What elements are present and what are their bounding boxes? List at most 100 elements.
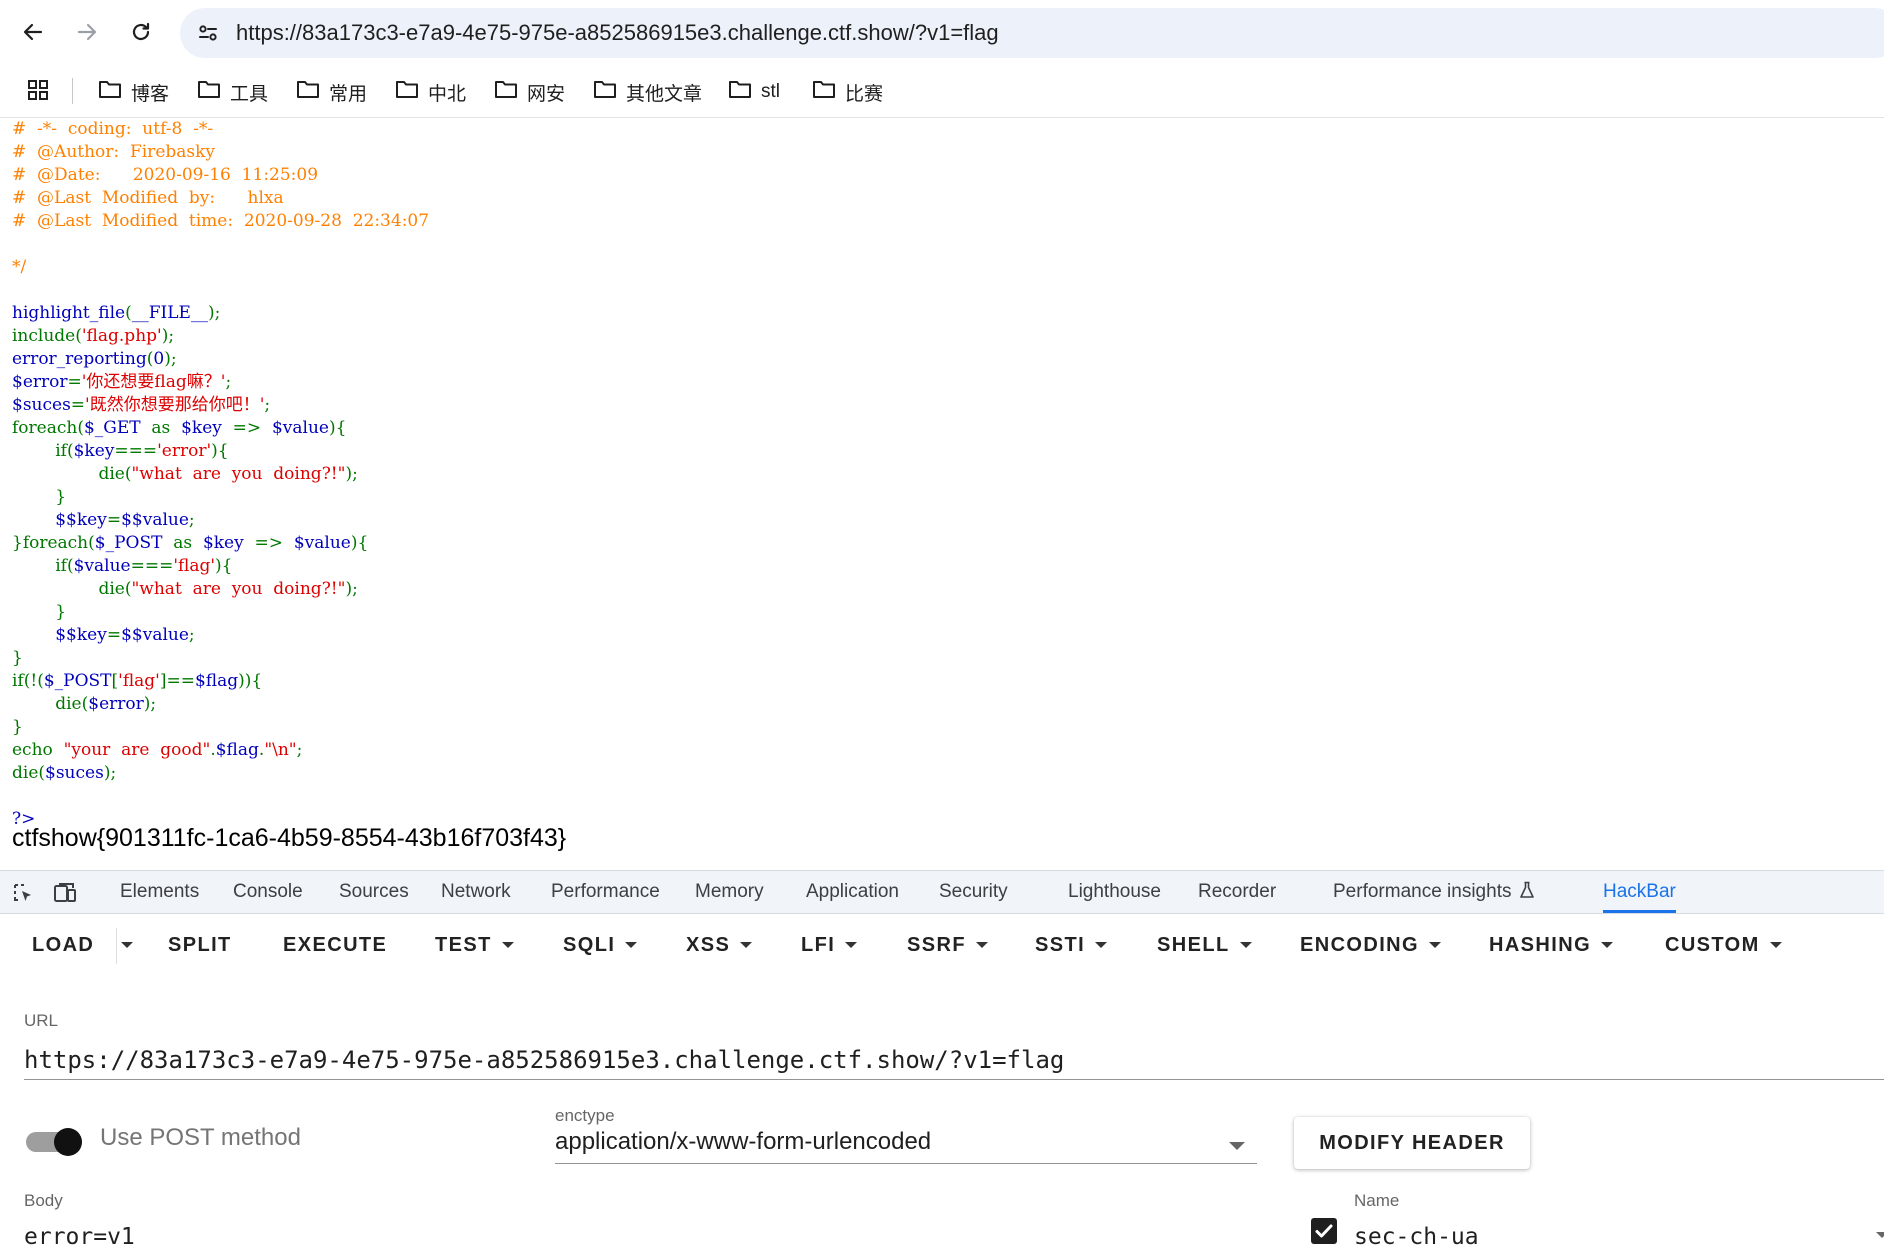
- code-line: # -*- coding: utf-8 -*-: [12, 118, 429, 141]
- tab-sources[interactable]: Sources: [339, 871, 409, 913]
- device-toolbar-icon[interactable]: [53, 882, 77, 904]
- tab-recorder[interactable]: Recorder: [1198, 871, 1276, 913]
- bookmark-item[interactable]: 其他文章: [593, 66, 702, 118]
- code-token: 'error': [157, 441, 212, 461]
- code-token: 'flag.php': [81, 326, 162, 346]
- bookmark-item[interactable]: 比赛: [812, 66, 883, 118]
- bookmark-item[interactable]: 网安: [494, 66, 565, 118]
- enctype-value: application/x-www-form-urlencoded: [555, 1128, 932, 1155]
- folder-icon: [728, 78, 752, 106]
- ssrf-button[interactable]: SSRF: [907, 930, 988, 960]
- code-line: }: [12, 486, 429, 509]
- code-token: ;: [188, 510, 195, 530]
- tab-performance[interactable]: Performance: [551, 871, 660, 913]
- reload-icon[interactable]: [126, 17, 156, 47]
- custom-button[interactable]: CUSTOM: [1665, 930, 1782, 960]
- code-line: if($value==='flag'){: [12, 555, 429, 578]
- ssti-button[interactable]: SSTI: [1035, 930, 1108, 960]
- address-url[interactable]: https://83a173c3-e7a9-4e75-975e-a8525869…: [236, 8, 999, 58]
- code-line: # @Last Modified by: hlxa: [12, 187, 429, 210]
- url-label: URL: [24, 1011, 59, 1030]
- post-method-toggle[interactable]: [26, 1128, 84, 1156]
- code-token: ]==: [159, 671, 195, 691]
- split-button[interactable]: SPLIT: [168, 930, 232, 960]
- bookmark-item[interactable]: 博客: [98, 66, 169, 118]
- menu-label: XSS: [686, 934, 731, 956]
- apps-grid-icon[interactable]: [26, 78, 50, 107]
- caret-down-icon: [975, 942, 988, 948]
- folder-icon: [494, 78, 518, 106]
- code-token: if(: [12, 556, 74, 576]
- tab-lighthouse[interactable]: Lighthouse: [1068, 871, 1161, 913]
- lfi-button[interactable]: LFI: [801, 930, 858, 960]
- header-enabled-checkbox[interactable]: [1311, 1218, 1337, 1244]
- tab-performance-insights[interactable]: Performance insights: [1333, 871, 1535, 913]
- code-token: =: [70, 395, 86, 415]
- forward-icon[interactable]: [72, 17, 102, 47]
- menu-label: SPLIT: [168, 934, 232, 956]
- sqli-button[interactable]: SQLI: [563, 930, 638, 960]
- code-token: ){: [211, 441, 229, 461]
- enctype-select[interactable]: application/x-www-form-urlencoded: [555, 1128, 1257, 1164]
- encoding-button[interactable]: ENCODING: [1300, 930, 1441, 960]
- load-dropdown-button[interactable]: [121, 930, 133, 960]
- code-token: }foreach(: [12, 533, 95, 553]
- shell-button[interactable]: SHELL: [1157, 930, 1252, 960]
- menu-label: SSRF: [907, 934, 966, 956]
- bookmark-item[interactable]: 中北: [395, 66, 466, 118]
- experiment-flask-icon: [1519, 881, 1535, 902]
- code-line: */: [12, 256, 429, 279]
- code-token: ){: [215, 556, 233, 576]
- code-token: include(: [12, 326, 82, 346]
- tab-console[interactable]: Console: [233, 871, 303, 913]
- code-token: $$key: [12, 625, 107, 645]
- tab-label: Security: [939, 881, 1008, 902]
- enctype-label: enctype: [555, 1106, 615, 1125]
- code-token: $suces: [45, 763, 104, 783]
- tab-elements[interactable]: Elements: [120, 871, 199, 913]
- back-icon[interactable]: [18, 17, 48, 47]
- code-token: $value: [293, 533, 351, 553]
- tab-network[interactable]: Network: [441, 871, 511, 913]
- code-token: $error: [12, 372, 68, 392]
- test-button[interactable]: TEST: [435, 930, 514, 960]
- caret-down-icon: [1095, 942, 1108, 948]
- code-token: $_POST: [94, 533, 174, 553]
- code-line: }: [12, 647, 429, 670]
- xss-button[interactable]: XSS: [686, 930, 753, 960]
- menu-label: SQLI: [563, 934, 616, 956]
- load-button[interactable]: LOAD: [32, 930, 94, 960]
- bookmark-item[interactable]: 工具: [197, 66, 268, 118]
- tab-hackbar[interactable]: HackBar: [1603, 871, 1676, 913]
- execute-button[interactable]: EXECUTE: [283, 930, 387, 960]
- code-token: $value: [73, 556, 131, 576]
- caret-down-icon: [740, 942, 753, 948]
- code-token: as: [151, 418, 182, 438]
- inspect-element-icon[interactable]: [12, 882, 36, 904]
- code-token: die(: [12, 579, 132, 599]
- modify-header-button[interactable]: MODIFY HEADER: [1294, 1117, 1530, 1169]
- bookmarks-separator: [72, 78, 73, 104]
- url-input[interactable]: [24, 1040, 1884, 1080]
- header-name-input[interactable]: sec-ch-ua: [1354, 1224, 1479, 1250]
- code-line: die($suces);: [12, 762, 429, 785]
- folder-icon: [593, 78, 617, 106]
- chevron-down-icon[interactable]: [1876, 1232, 1884, 1238]
- bookmark-item[interactable]: 常用: [296, 66, 367, 118]
- address-bar[interactable]: https://83a173c3-e7a9-4e75-975e-a8525869…: [180, 8, 1884, 58]
- hashing-button[interactable]: HASHING: [1489, 930, 1614, 960]
- tab-application[interactable]: Application: [806, 871, 899, 913]
- code-token: die(: [12, 763, 46, 783]
- tab-label: Sources: [339, 881, 409, 902]
- bookmark-item[interactable]: stl: [728, 66, 780, 118]
- code-line: }: [12, 601, 429, 624]
- bookmark-label: 博客: [131, 83, 170, 105]
- site-info-icon[interactable]: [196, 21, 220, 45]
- flag-output: ctfshow{901311fc-1ca6-4b59-8554-43b16f70…: [12, 824, 567, 852]
- tab-security[interactable]: Security: [939, 871, 1008, 913]
- body-input[interactable]: error=v1: [24, 1224, 135, 1250]
- code-line: error_reporting(0);: [12, 348, 429, 371]
- code-token: 'flag': [118, 671, 160, 691]
- tab-memory[interactable]: Memory: [695, 871, 764, 913]
